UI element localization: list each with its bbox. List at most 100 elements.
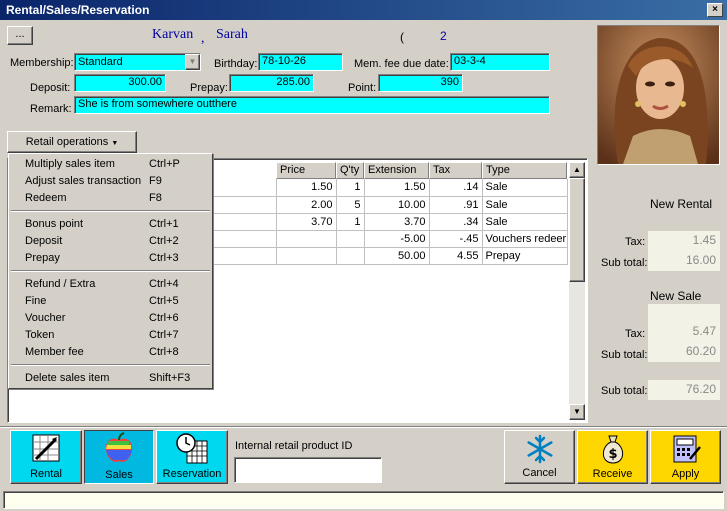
menu-item-shortcut: Ctrl+6 <box>149 312 179 324</box>
table-cell <box>336 247 365 265</box>
table-cell: 1.50 <box>276 179 337 197</box>
menu-item-label: Delete sales item <box>25 372 110 384</box>
remark-field[interactable]: She is from somewhere outthere <box>74 96 550 114</box>
retail-operations-menu: Multiply sales item Ctrl+P Adjust sales t… <box>8 153 213 389</box>
cancel-label: Cancel <box>522 467 557 479</box>
rental-icon <box>32 434 60 462</box>
table-cell <box>276 247 337 265</box>
name-separator: , <box>201 31 205 46</box>
menu-item-member-fee[interactable]: Member fee Ctrl+8 <box>9 344 212 361</box>
table-cell: 5 <box>336 196 365 214</box>
sale-tax-value: 5.47 <box>648 304 720 342</box>
scroll-down-icon[interactable]: ▼ <box>569 404 585 420</box>
calendar-clock-icon <box>176 433 208 464</box>
table-cell: 3.70 <box>364 213 430 231</box>
menu-item-shortcut: Ctrl+P <box>149 158 180 170</box>
close-button[interactable]: × <box>707 3 723 17</box>
receive-button[interactable]: $ Receive <box>577 430 648 484</box>
sale-subtotal-value: 60.20 <box>648 342 720 362</box>
menu-item-refund-extra[interactable]: Refund / Extra Ctrl+4 <box>9 276 212 293</box>
menu-item-shortcut: Shift+F3 <box>149 372 191 384</box>
menu-item-shortcut: Ctrl+2 <box>149 235 179 247</box>
customer-photo <box>597 25 720 165</box>
apply-button[interactable]: Apply <box>650 430 721 484</box>
menu-item-multiply-sales[interactable]: Multiply sales item Ctrl+P <box>9 156 212 173</box>
cancel-button[interactable]: Cancel <box>504 430 575 484</box>
menu-item-prepay[interactable]: Prepay Ctrl+3 <box>9 250 212 267</box>
table-cell: 10.00 <box>364 196 430 214</box>
prepay-label: Prepay: <box>190 82 228 94</box>
sales-tab-label: Sales <box>105 469 133 481</box>
table-cell: 1.50 <box>364 179 430 197</box>
menu-item-label: Multiply sales item <box>25 158 115 170</box>
remark-label: Remark: <box>30 103 72 115</box>
product-id-input[interactable] <box>234 457 382 483</box>
menu-separator <box>11 364 210 366</box>
menu-item-voucher[interactable]: Voucher Ctrl+6 <box>9 310 212 327</box>
point-field[interactable]: 390 <box>378 74 463 92</box>
table-cell: Prepay <box>482 247 568 265</box>
menu-item-adjust-sales[interactable]: Adjust sales transaction F9 <box>9 173 212 190</box>
menu-item-delete-sales[interactable]: Delete sales item Shift+F3 <box>9 370 212 387</box>
birthday-field[interactable]: 78-10-26 <box>258 53 343 71</box>
toolbar-divider <box>0 426 727 428</box>
customer-count: 2 <box>440 29 447 43</box>
mem-fee-due-field[interactable]: 03-3-4 <box>450 53 550 71</box>
col-tax[interactable]: Tax <box>429 162 482 179</box>
menu-item-label: Refund / Extra <box>25 278 96 290</box>
new-sale-heading: New Sale <box>650 289 702 303</box>
retail-operations-button[interactable]: Retail operations ▼ <box>7 131 137 153</box>
menu-item-label: Bonus point <box>25 218 84 230</box>
menu-item-shortcut: Ctrl+4 <box>149 278 179 290</box>
browse-customer-button[interactable]: ... <box>7 26 33 45</box>
table-cell: .34 <box>429 213 483 231</box>
scroll-thumb[interactable] <box>569 178 585 282</box>
apple-icon <box>105 432 133 462</box>
col-extension[interactable]: Extension <box>364 162 429 179</box>
table-cell: 4.55 <box>429 247 483 265</box>
menu-separator <box>11 270 210 272</box>
prepay-field[interactable]: 285.00 <box>229 74 314 92</box>
mem-fee-label: Mem. fee due date: <box>354 58 449 70</box>
menu-item-shortcut: Ctrl+3 <box>149 252 179 264</box>
menu-item-bonus-point[interactable]: Bonus point Ctrl+1 <box>9 216 212 233</box>
table-cell: Sale <box>482 179 568 197</box>
calculator-icon <box>673 435 701 463</box>
reservation-tab-button[interactable]: Reservation <box>156 430 228 484</box>
window-titlebar: Rental/Sales/Reservation <box>0 0 727 20</box>
grand-subtotal-label: Sub total: <box>601 385 648 397</box>
table-cell <box>276 230 337 248</box>
rental-tab-label: Rental <box>30 468 62 480</box>
rental-tab-button[interactable]: Rental <box>10 430 82 484</box>
point-label: Point: <box>348 82 377 94</box>
table-cell: Sale <box>482 196 568 214</box>
deposit-field[interactable]: 300.00 <box>74 74 166 92</box>
table-cell: -.45 <box>429 230 483 248</box>
vertical-scrollbar[interactable]: ▲ ▼ <box>569 162 585 420</box>
rental-subtotal-label: Sub total: <box>601 257 648 269</box>
menu-item-redeem[interactable]: Redeem F8 <box>9 190 212 207</box>
menu-item-label: Voucher <box>25 312 66 324</box>
menu-item-deposit[interactable]: Deposit Ctrl+2 <box>9 233 212 250</box>
menu-item-fine[interactable]: Fine Ctrl+5 <box>9 293 212 310</box>
chevron-down-icon[interactable]: ▼ <box>185 54 200 70</box>
count-paren: ( <box>400 30 404 44</box>
snowflake-icon <box>526 434 553 464</box>
status-bar <box>3 491 724 509</box>
reservation-tab-label: Reservation <box>162 468 222 480</box>
grand-subtotal-value: 76.20 <box>648 380 720 400</box>
sales-tab-button[interactable]: Sales <box>84 430 154 484</box>
col-qty[interactable]: Q'ty <box>336 162 364 179</box>
dropdown-arrow-icon: ▼ <box>111 140 119 147</box>
birthday-label: Birthday: <box>214 58 258 70</box>
menu-item-label: Prepay <box>25 252 60 264</box>
membership-select[interactable]: Standard ▼ <box>74 53 201 71</box>
col-type[interactable]: Type <box>482 162 567 179</box>
menu-item-token[interactable]: Token Ctrl+7 <box>9 327 212 344</box>
customer-last-name: Karvan <box>152 27 194 42</box>
col-price[interactable]: Price <box>276 162 336 179</box>
sale-subtotal-label: Sub total: <box>601 349 648 361</box>
customer-first-name: Sarah <box>216 27 248 42</box>
money-bag-icon: $ <box>602 435 623 464</box>
scroll-up-icon[interactable]: ▲ <box>569 162 585 178</box>
